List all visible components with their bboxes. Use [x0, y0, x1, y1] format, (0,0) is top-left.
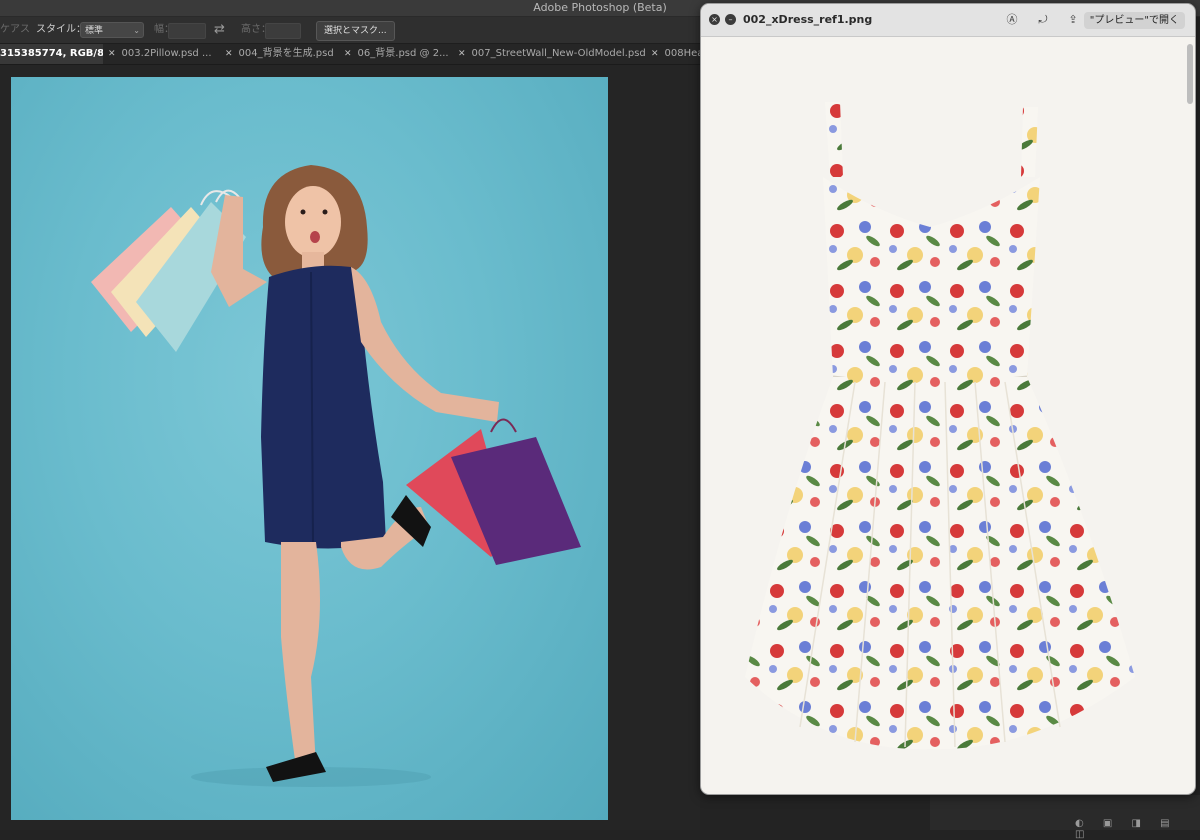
height-field[interactable]	[265, 23, 301, 39]
close-icon[interactable]: ✕	[458, 49, 466, 59]
preview-image	[705, 37, 1191, 791]
select-and-mask-button[interactable]: 選択とマスク...	[316, 21, 395, 41]
preview-title: 002_xDress_ref1.png	[743, 13, 873, 26]
app-title: Adobe Photoshop (Beta)	[533, 1, 667, 14]
share-icon[interactable]: ⇪	[1065, 12, 1081, 28]
close-icon[interactable]: ✕	[225, 49, 233, 59]
tab-label: 06_背景.psd @ 2...	[357, 48, 449, 59]
red-purple-shopping-bags	[406, 418, 581, 565]
document-tab-bar: 315385774, RGB/8) ✕ 003.2Pillow.psd ... ✕…	[0, 44, 700, 65]
close-icon[interactable]: ✕	[108, 49, 116, 59]
document-tab[interactable]: ✕ 003.2Pillow.psd ...	[108, 44, 220, 64]
preview-titlebar: × – 002_xDress_ref1.png Ⓐ ⤾ ⇪ "プレビュー"で開く	[701, 4, 1195, 37]
close-icon[interactable]: ✕	[651, 49, 659, 59]
style-dropdown[interactable]: 標準 ⌄	[80, 22, 144, 38]
tab-label: 003.2Pillow.psd ...	[121, 48, 212, 59]
close-icon[interactable]: ×	[709, 14, 720, 25]
document-tab[interactable]: ✕ 007_StreetWall_New-OldModel.psd	[458, 44, 646, 64]
floral-dress-illustration	[745, 102, 1135, 750]
document-tab-active[interactable]: 315385774, RGB/8)	[0, 44, 103, 64]
panel-icons[interactable]: ◐ ▣ ◨ ▤ ◫	[1075, 818, 1200, 840]
tab-label: 008Hea	[664, 48, 700, 59]
document-tab[interactable]: ✕ 008Hea	[651, 44, 700, 64]
tab-label: 004_背景を生成.psd	[238, 48, 334, 59]
open-in-preview-button[interactable]: "プレビュー"で開く	[1083, 12, 1185, 29]
rotate-icon[interactable]: ⤾	[1035, 12, 1051, 28]
options-partial-label: ケアス	[0, 24, 30, 35]
width-field[interactable]	[168, 23, 206, 39]
preview-window: × – 002_xDress_ref1.png Ⓐ ⤾ ⇪ "プレビュー"で開く	[700, 3, 1196, 795]
document-workspace	[0, 65, 700, 830]
tab-label: 007_StreetWall_New-OldModel.psd	[471, 48, 646, 59]
style-dropdown-value: 標準	[85, 26, 104, 36]
photo-canvas[interactable]	[11, 77, 608, 820]
minimize-icon[interactable]: –	[725, 14, 736, 25]
shopping-woman-illustration	[91, 165, 581, 787]
document-tab[interactable]: ✕ 004_背景を生成.psd	[225, 44, 345, 64]
chevron-down-icon: ⌄	[133, 26, 140, 35]
options-bar: ケアス スタイル： 標準 ⌄ 幅： ⇄ 高さ： 選択とマスク...	[0, 17, 700, 44]
style-label: スタイル：	[36, 24, 86, 35]
tab-label: 315385774, RGB/8)	[0, 48, 103, 59]
document-tab[interactable]: ✕ 06_背景.psd @ 2...	[344, 44, 454, 64]
swap-icon[interactable]: ⇄	[214, 17, 225, 43]
markup-icon[interactable]: Ⓐ	[1004, 12, 1020, 28]
close-icon[interactable]: ✕	[344, 49, 352, 59]
scrollbar[interactable]	[1187, 44, 1193, 104]
